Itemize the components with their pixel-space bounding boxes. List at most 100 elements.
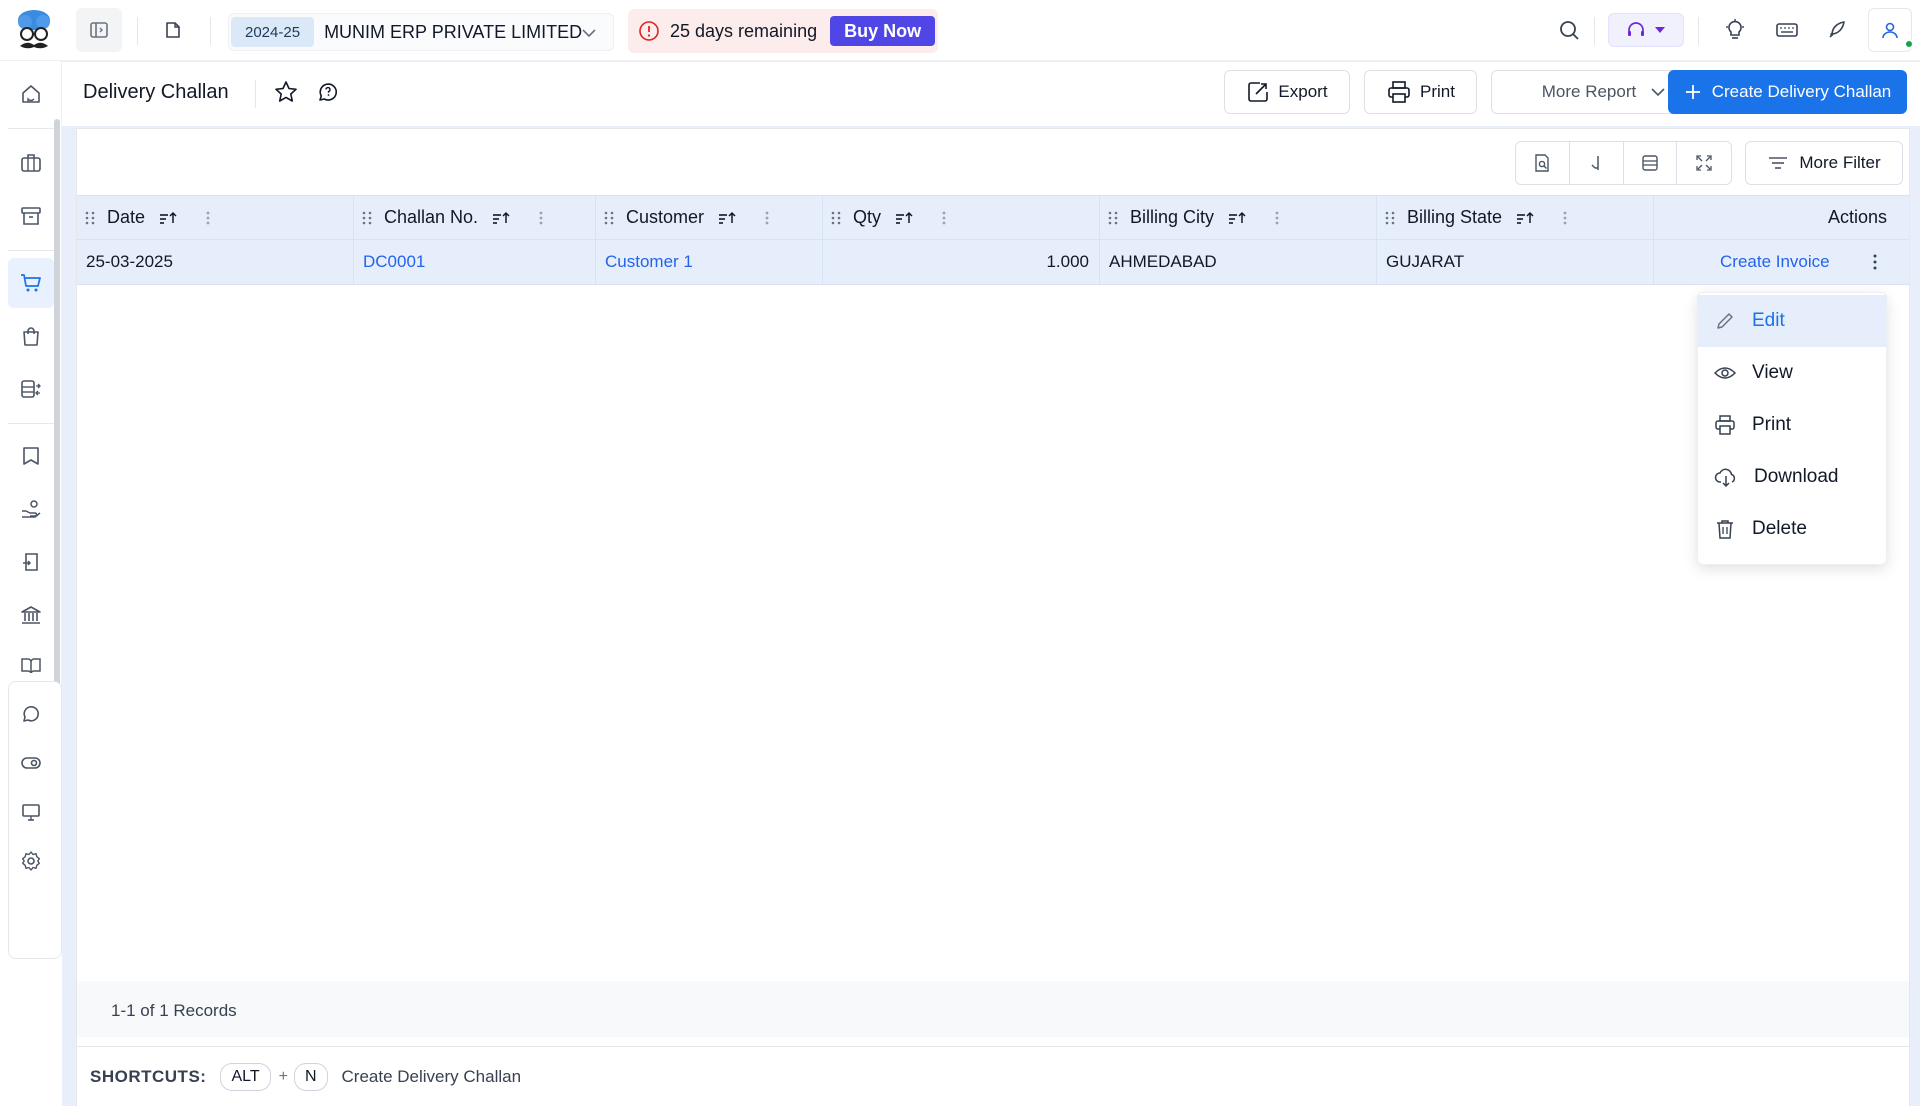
announcements-button[interactable] xyxy=(1814,8,1860,52)
create-invoice-link[interactable]: Create Invoice xyxy=(1720,252,1830,272)
online-status-dot xyxy=(1904,39,1914,49)
star-icon[interactable] xyxy=(274,80,298,104)
export-button[interactable]: Export xyxy=(1224,70,1350,114)
more-filter-button[interactable]: More Filter xyxy=(1745,141,1903,185)
buy-now-button[interactable]: Buy Now xyxy=(830,16,936,46)
help-chat-icon[interactable] xyxy=(316,80,340,104)
notes-button[interactable] xyxy=(150,8,196,52)
sidebar-divider xyxy=(8,423,54,424)
more-filter-label: More Filter xyxy=(1799,153,1881,172)
drag-handle-icon[interactable] xyxy=(831,210,841,226)
drag-handle-icon[interactable] xyxy=(1108,210,1118,226)
sidebar-item-desktop[interactable] xyxy=(8,787,54,837)
sidebar-item-inventory[interactable] xyxy=(8,138,54,188)
sidebar-item-bank[interactable] xyxy=(8,590,54,640)
column-header-customer[interactable]: Customer xyxy=(596,196,823,239)
cell-customer-link[interactable]: Customer 1 xyxy=(596,240,823,284)
sidebar-item-purchase[interactable] xyxy=(8,311,54,361)
sort-icon xyxy=(1591,156,1599,170)
column-header-billing-city[interactable]: Billing City xyxy=(1100,196,1377,239)
column-menu-icon[interactable] xyxy=(764,210,770,226)
sidebar-item-toggle[interactable] xyxy=(8,738,54,788)
user-avatar-button[interactable] xyxy=(1868,8,1914,52)
sidebar-item-stock-transfer[interactable] xyxy=(8,364,54,414)
sidebar-item-reports[interactable] xyxy=(8,643,54,673)
shortcuts-label: SHORTCUTS: xyxy=(90,1066,207,1086)
row-menu-icon[interactable] xyxy=(1872,253,1878,271)
shortcut-description: Create Delivery Challan xyxy=(341,1066,522,1086)
column-label: Date xyxy=(107,207,146,227)
gear-icon xyxy=(22,851,40,871)
search-report-button[interactable] xyxy=(1516,142,1570,184)
sort-ascending-icon[interactable] xyxy=(492,211,510,225)
menu-item-download[interactable]: Download xyxy=(1698,451,1886,503)
sidebar-toggle-button[interactable] xyxy=(76,8,122,52)
sidebar-item-payments[interactable] xyxy=(8,484,54,534)
sidebar-item-sales[interactable] xyxy=(8,258,54,308)
sort-ascending-icon[interactable] xyxy=(718,211,736,225)
page-title: Delivery Challan xyxy=(83,81,229,103)
shortcut-key-alt: ALT xyxy=(220,1062,271,1091)
divider xyxy=(255,80,256,108)
fullscreen-button[interactable] xyxy=(1677,142,1731,184)
sort-ascending-icon[interactable] xyxy=(1228,211,1246,225)
column-menu-icon[interactable] xyxy=(205,210,211,226)
tips-button[interactable] xyxy=(1712,8,1758,52)
shopping-bag-icon xyxy=(23,327,39,346)
sort-button[interactable] xyxy=(1570,142,1624,184)
column-label: Billing State xyxy=(1407,207,1503,227)
drag-handle-icon[interactable] xyxy=(1385,210,1395,226)
table-row[interactable]: 25-03-2025 DC0001 Customer 1 1.000 AHMED… xyxy=(77,240,1909,285)
drag-handle-icon[interactable] xyxy=(604,210,614,226)
shortcuts-bar: SHORTCUTS: ALT + N Create Delivery Chall… xyxy=(76,1046,1910,1106)
drag-handle-icon[interactable] xyxy=(362,210,372,226)
sort-ascending-icon[interactable] xyxy=(159,211,177,225)
chat-icon xyxy=(23,706,39,722)
density-button[interactable] xyxy=(1624,142,1678,184)
hand-coins-icon xyxy=(22,500,41,518)
column-menu-icon[interactable] xyxy=(538,210,544,226)
support-dropdown[interactable] xyxy=(1608,13,1684,47)
rocket-icon xyxy=(1829,21,1845,38)
trial-days-text: 25 days remaining xyxy=(670,20,818,41)
monitor-icon xyxy=(22,804,40,821)
column-header-date[interactable]: Date xyxy=(77,196,354,239)
column-header-qty[interactable]: Qty xyxy=(823,196,1100,239)
export-icon xyxy=(1248,82,1269,102)
keyboard-shortcuts-button[interactable] xyxy=(1764,8,1810,52)
more-report-label: More Report xyxy=(1541,82,1637,101)
sidebar xyxy=(0,61,62,1106)
divider xyxy=(210,17,211,45)
sidebar-item-dashboard[interactable] xyxy=(8,69,54,119)
column-menu-icon[interactable] xyxy=(941,210,947,226)
menu-item-view[interactable]: View xyxy=(1698,347,1886,399)
sidebar-item-chat[interactable] xyxy=(8,689,54,739)
app-logo[interactable] xyxy=(12,8,56,54)
sidebar-item-settings[interactable] xyxy=(8,836,54,886)
company-selector[interactable]: 2024-25 MUNIM ERP PRIVATE LIMITED xyxy=(228,13,614,51)
menu-item-edit[interactable]: Edit xyxy=(1698,295,1886,347)
create-label: Create Delivery Challan xyxy=(1711,82,1892,101)
briefcase-icon xyxy=(21,154,41,172)
sidebar-item-archive[interactable] xyxy=(8,191,54,241)
column-menu-icon[interactable] xyxy=(1562,210,1568,226)
sidebar-scrollbar[interactable] xyxy=(54,119,60,737)
sidebar-item-expenses[interactable] xyxy=(8,537,54,587)
cell-challan-no-link[interactable]: DC0001 xyxy=(354,240,596,284)
sidebar-item-ledger[interactable] xyxy=(8,431,54,481)
menu-item-delete[interactable]: Delete xyxy=(1698,503,1886,555)
column-header-challan-no[interactable]: Challan No. xyxy=(354,196,596,239)
menu-item-print[interactable]: Print xyxy=(1698,399,1886,451)
table-tools xyxy=(1515,141,1732,185)
table-footer: 1-1 of 1 Records xyxy=(77,981,1909,1037)
column-menu-icon[interactable] xyxy=(1274,210,1280,226)
drag-handle-icon[interactable] xyxy=(85,210,95,226)
sort-ascending-icon[interactable] xyxy=(1516,211,1534,225)
plus-icon xyxy=(1685,85,1700,99)
sort-ascending-icon[interactable] xyxy=(895,211,913,225)
create-delivery-challan-button[interactable]: Create Delivery Challan xyxy=(1668,70,1907,114)
search-button[interactable] xyxy=(1546,8,1592,52)
alert-icon xyxy=(639,21,659,41)
column-header-billing-state[interactable]: Billing State xyxy=(1377,196,1654,239)
print-button[interactable]: Print xyxy=(1364,70,1477,114)
